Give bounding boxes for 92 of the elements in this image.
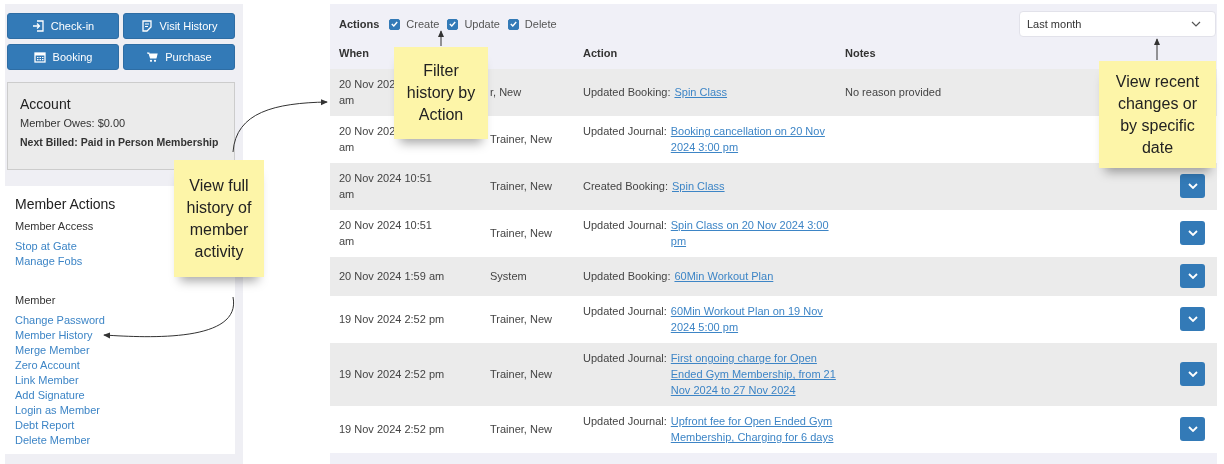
account-title: Account [20,96,71,112]
cart-icon [146,51,159,63]
table-cell-text: Updated Booking: [583,269,671,284]
next-billed: Next Billed: Paid in Person Membership [20,136,219,148]
table-cell-text: am [339,93,355,108]
table-cell: Trainer, New [490,423,552,435]
table-cell-text: Updated Journal: [583,218,667,233]
record-link[interactable]: Upfront fee for Open Ended Gym Membership, Charging for 6 days [670,413,837,445]
record-link[interactable]: First ongoing charge for Open Ended Gym Membership, from 21 Nov 2024 to 27 Nov 2024 [670,350,837,398]
checkbox-label[interactable]: Delete [524,18,557,30]
table-cell-text: 20 Nov 2024 1:59 am [339,269,445,284]
expand-button[interactable] [1180,417,1205,441]
sidebar-button[interactable]: Visit History [123,13,235,39]
sticky-note: View full history of member activity [174,160,264,277]
action-link[interactable]: Zero Account [15,358,80,373]
checkbox-label[interactable]: Create [406,18,440,30]
action-link[interactable]: Stop at Gate [15,239,77,254]
table-cell: r, New [490,86,522,98]
table-cell: No reason provided [845,86,941,98]
chevron-down-icon [1187,426,1198,432]
action-link[interactable]: Link Member [15,373,79,388]
table-cell: Trainer, New [490,368,552,380]
record-link[interactable]: Spin Class [674,84,728,100]
chevron-down-icon [1187,273,1198,279]
chevron-down-icon [1191,21,1201,27]
table-cell-text: am [339,140,355,155]
check-icon [509,21,517,27]
column-header: Action [583,47,618,59]
chevron-down-icon [1187,230,1198,236]
panel-title: Member Actions [15,196,116,212]
annotation-arrow [437,30,445,47]
expand-button[interactable] [1180,264,1205,288]
amount-owed: Member Owes: $0.00 [20,117,126,129]
table-cell-text: am [339,234,355,249]
action-link[interactable]: Change Password [15,313,105,328]
table-cell-text: 20 Nov 2024 10:51 [339,171,432,186]
action-link[interactable]: Manage Fobs [15,254,83,269]
sidebar-button[interactable]: Booking [7,44,119,70]
expand-button[interactable] [1180,174,1205,198]
sticky-note: Filter history by Action [394,47,488,139]
document-icon [140,20,153,32]
sticky-note: View recent changes or by specific date [1099,61,1216,168]
action-link[interactable]: Login as Member [15,403,100,418]
column-header: Notes [845,47,876,59]
calendar-icon [33,51,46,63]
table-cell-text: Updated Journal: [583,351,667,366]
expand-button[interactable] [1180,362,1205,386]
action-link[interactable]: Debt Report [15,418,75,433]
column-header: When [339,47,369,59]
table-cell-text: 19 Nov 2024 2:52 pm [339,367,445,382]
action-link[interactable]: Add Signature [15,388,85,403]
record-link[interactable]: 60Min Workout Plan [674,268,774,284]
filter-label: Actions [339,18,380,30]
checkbox-label[interactable]: Update [464,18,500,30]
section-heading: Member Access [15,220,94,232]
annotation-arrow [1153,38,1161,61]
enter-icon [31,20,44,32]
checkbox[interactable] [507,18,519,30]
chevron-down-icon [1187,183,1198,189]
period-dropdown[interactable]: Last month [1019,11,1216,37]
table-cell: Trainer, New [490,180,552,192]
table-cell-text: Created Booking: [583,179,668,194]
expand-button[interactable] [1180,307,1205,331]
record-link[interactable]: Spin Class [672,178,725,194]
checkbox[interactable] [447,18,459,30]
check-icon [391,21,399,27]
section-heading: Member [15,294,56,306]
table-cell-text: am [339,187,355,202]
table-cell: Trainer, New [490,313,552,325]
table-cell-text: Updated Booking: [583,85,671,100]
action-link[interactable]: Merge Member [15,343,90,358]
expand-button[interactable] [1180,221,1205,245]
action-link[interactable]: Member History [15,328,93,343]
action-link[interactable]: Delete Member [15,433,91,448]
table-cell-text: Updated Journal: [583,414,667,429]
table-cell-text: 20 Nov 2024 10:51 [339,218,432,233]
record-link[interactable]: Booking cancellation on 20 Nov 2024 3:00 pm [670,123,837,155]
record-link[interactable]: Spin Class on 20 Nov 2024 3:00 pm [670,217,837,249]
checkbox[interactable] [389,18,401,30]
table-cell: System [490,270,527,282]
sidebar-button[interactable]: Purchase [123,44,235,70]
sidebar-button[interactable]: Check-in [7,13,119,39]
table-cell-text: 19 Nov 2024 2:52 pm [339,422,445,437]
table-cell-text: 19 Nov 2024 2:52 pm [339,312,445,327]
table-cell-text: Updated Journal: [583,304,667,319]
record-link[interactable]: 60Min Workout Plan on 19 Nov 2024 5:00 pm [670,303,837,335]
check-icon [449,21,457,27]
table-cell-text: Updated Journal: [583,124,667,139]
chevron-down-icon [1187,316,1198,322]
table-cell: Trainer, New [490,133,552,145]
table-cell: Trainer, New [490,227,552,239]
chevron-down-icon [1187,371,1198,377]
